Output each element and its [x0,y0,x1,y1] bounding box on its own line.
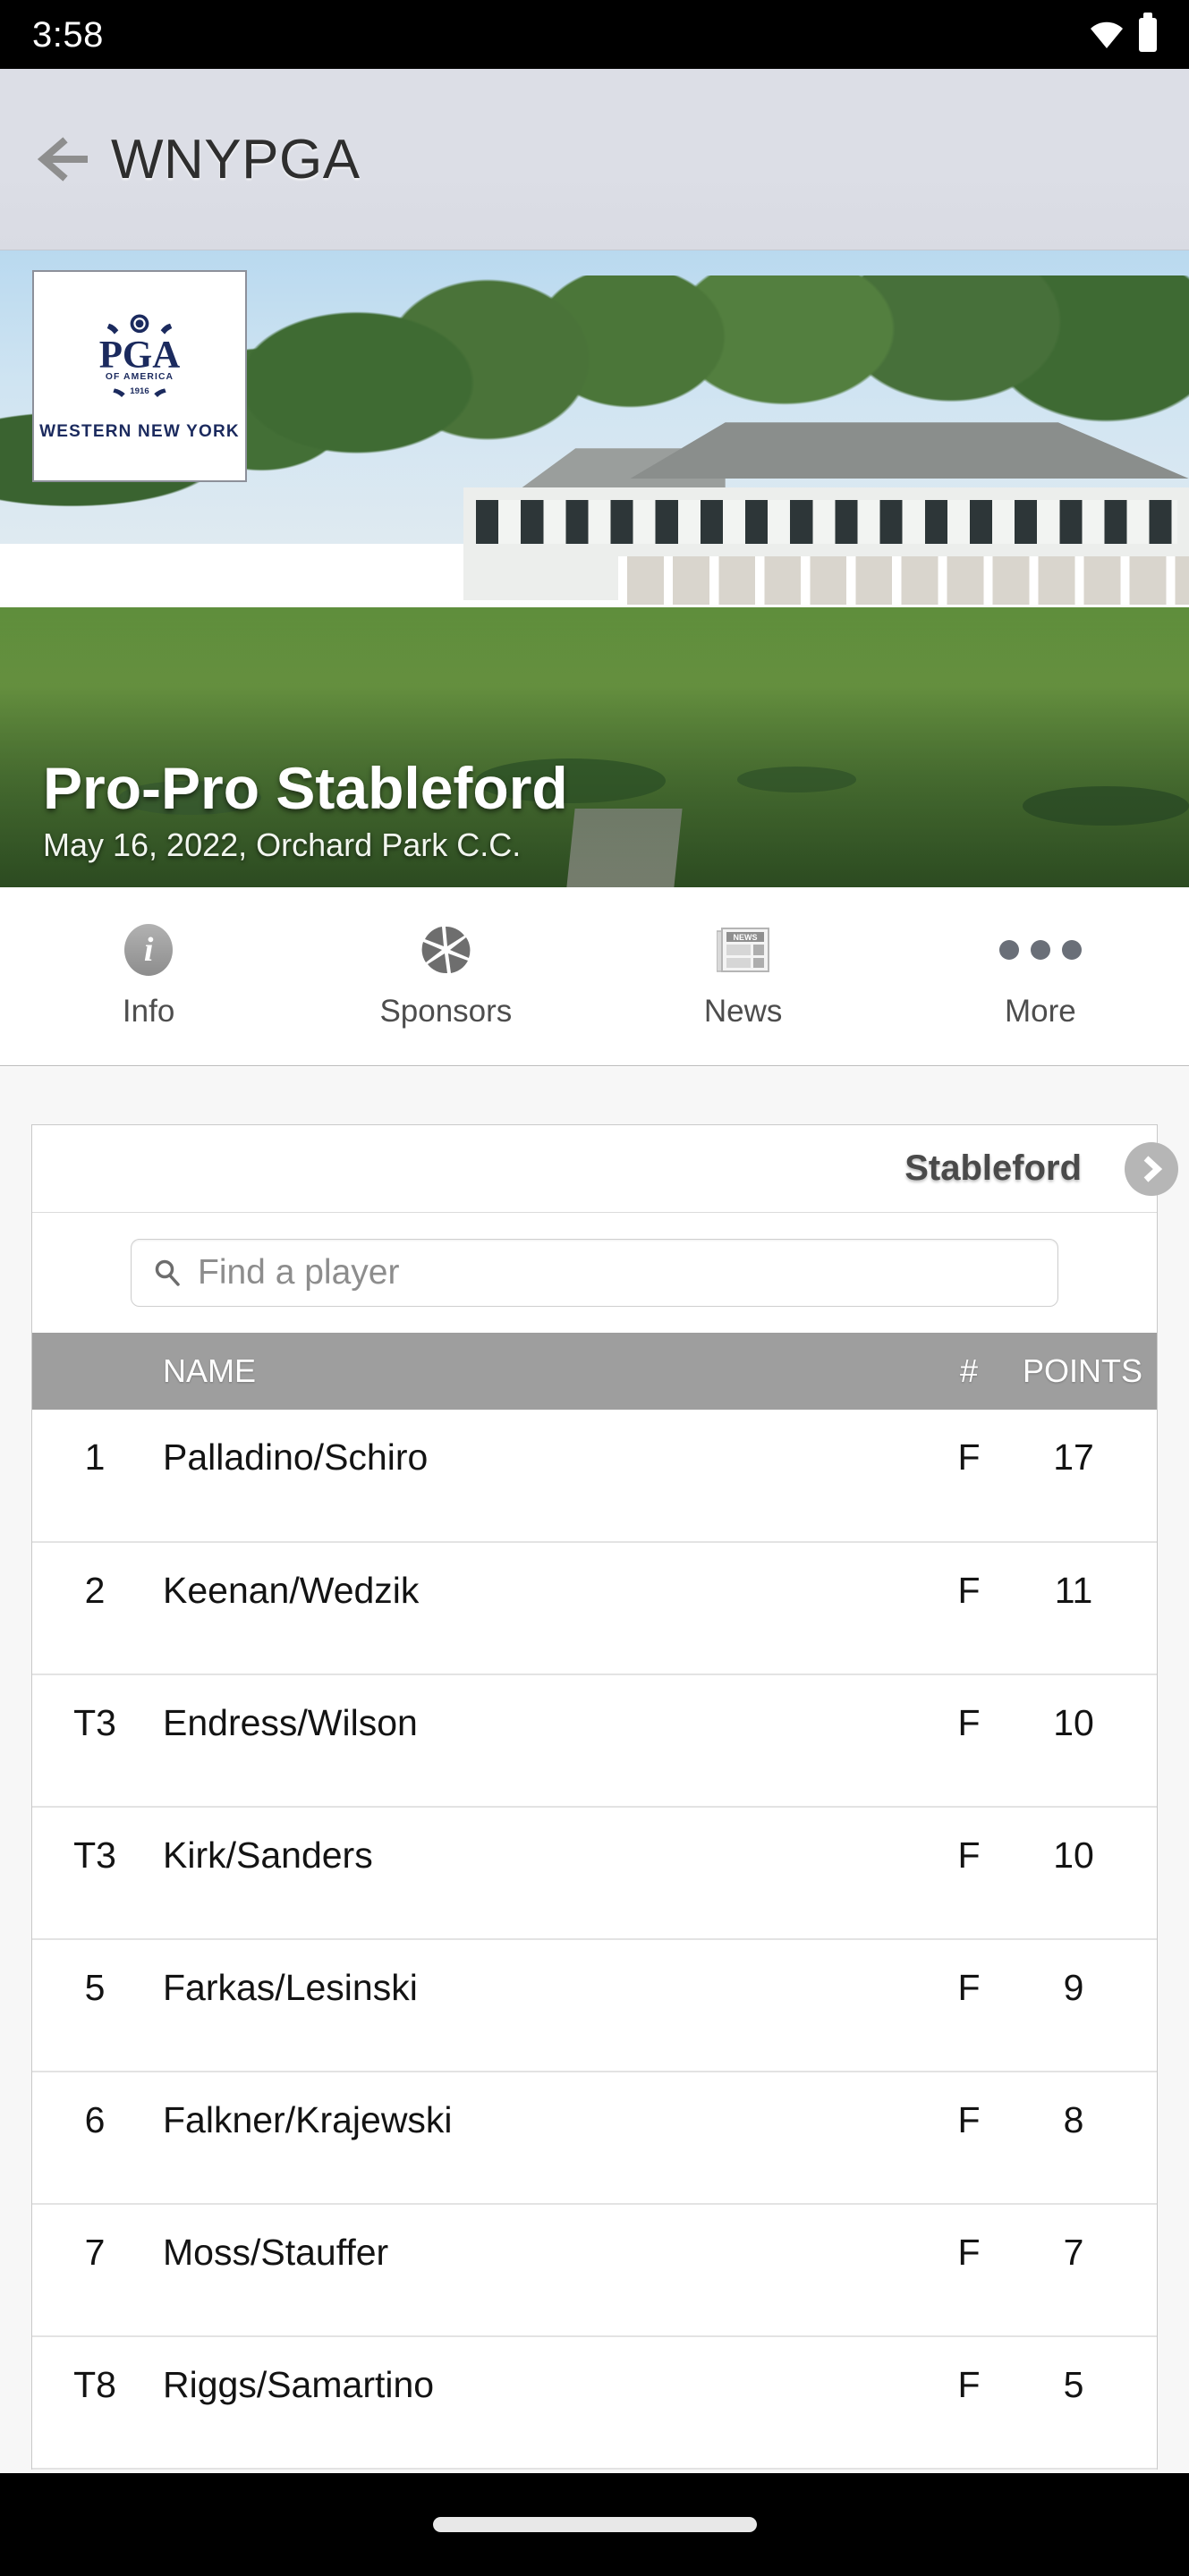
leaderboard-card: Stableford Find a player NAME # POINTS 1… [31,1124,1178,2470]
tab-sponsors[interactable]: Sponsors [297,887,594,1065]
row-player-name: Palladino/Schiro [163,1436,429,1478]
row-player-name: Farkas/Lesinski [163,1967,418,2008]
row-position: T8 [73,2364,116,2405]
status-bar: 3:58 [0,0,1189,69]
row-thru: F [957,2364,981,2405]
table-row[interactable]: T3 Kirk/Sanders F 10 [32,1807,1157,1939]
section-tab-bar: i Info Sponsors NEWS News More [0,887,1189,1066]
app-bar: WNYPGA [0,69,1189,250]
wifi-icon [1091,21,1123,48]
leaderboard-table: NAME # POINTS 1 Palladino/Schiro F 17 2 Keena… [32,1333,1157,2470]
row-thru: F [957,1967,981,2008]
row-player-name: Endress/Wilson [163,1702,418,1743]
table-row[interactable]: 6 Falkner/Krajewski F 8 [32,2072,1157,2204]
row-points: 11 [1054,1570,1093,1611]
info-circle-icon: i [124,923,174,976]
search-icon [155,1259,180,1286]
pga-logo-icon: PGA OF AMERICA 1916 [99,314,181,397]
table-row[interactable]: 2 Keenan/Wedzik F 11 [32,1542,1157,1674]
hero-text: Pro-Pro Stableford May 16, 2022, Orchard… [43,754,568,864]
table-row[interactable]: T3 Endress/Wilson F 10 [32,1674,1157,1807]
row-thru: F [957,1570,981,1611]
row-position: 5 [84,1967,106,2008]
search-placeholder: Find a player [198,1253,400,1292]
tab-news-label: News [703,993,783,1029]
row-position: 6 [84,2099,106,2140]
row-player-name: Keenan/Wedzik [163,1570,420,1611]
battery-icon [1139,12,1157,52]
tab-more[interactable]: More [892,887,1189,1065]
row-thru: F [957,1702,981,1743]
event-subtitle: May 16, 2022, Orchard Park C.C. [43,826,522,863]
back-arrow-icon[interactable] [32,128,95,191]
newspaper-icon: NEWS [716,927,769,972]
column-header-position[interactable] [32,1333,157,1410]
row-position: 7 [84,2232,106,2273]
row-position: T3 [73,1835,116,1876]
status-icons [1091,12,1157,52]
leaderboard-header: Stableford [32,1125,1178,1213]
logo-section-label: WESTERN NEW YORK [39,422,240,441]
row-points: 10 [1053,1835,1094,1876]
row-position: 1 [84,1436,106,1478]
leaderboard-table-body: 1 Palladino/Schiro F 17 2 Keenan/Wedzik F 11 T3 E… [32,1410,1157,2469]
svg-text:PGA: PGA [99,335,181,377]
tab-info[interactable]: i Info [0,887,297,1065]
tab-info-label: Info [122,993,175,1029]
column-header-points[interactable]: POINTS [1023,1333,1157,1410]
row-player-name: Riggs/Samartino [163,2364,435,2405]
leaderboard-title: Stableford [904,1148,1082,1188]
column-header-name[interactable]: NAME [157,1333,915,1410]
table-row[interactable]: 7 Moss/Stauffer F 7 [32,2204,1157,2336]
row-position: T3 [73,1702,116,1743]
system-nav-bar [0,2473,1189,2576]
row-points: 5 [1063,2364,1084,2405]
tab-news[interactable]: NEWS News [595,887,892,1065]
home-indicator[interactable] [432,2517,757,2532]
column-header-thru[interactable]: # [915,1333,1023,1410]
row-points: 17 [1053,1436,1094,1478]
row-points: 9 [1063,1967,1084,2008]
table-row[interactable]: 1 Palladino/Schiro F 17 [32,1410,1157,1542]
page-title: WNYPGA [111,128,361,191]
row-position: 2 [84,1570,106,1611]
content-area: Stableford Find a player NAME # POINTS 1… [0,1067,1189,2473]
event-hero: PGA OF AMERICA 1916 WESTERN NEW YORK Pro… [0,250,1189,887]
svg-text:NEWS: NEWS [733,933,757,942]
row-points: 8 [1063,2099,1084,2140]
table-row[interactable]: T8 Riggs/Samartino F 5 [32,2336,1157,2469]
organization-logo-card: PGA OF AMERICA 1916 WESTERN NEW YORK [32,270,247,482]
status-clock: 3:58 [32,14,104,55]
chevron-right-icon[interactable] [1125,1141,1178,1196]
camera-aperture-icon [421,926,471,973]
tab-more-label: More [1005,993,1076,1029]
leaderboard-table-head: NAME # POINTS [32,1333,1157,1410]
row-thru: F [957,2232,981,2273]
row-player-name: Moss/Stauffer [163,2232,389,2273]
event-title: Pro-Pro Stableford [43,754,568,821]
row-thru: F [957,1835,981,1876]
search-input[interactable]: Find a player [131,1239,1058,1307]
table-header-row: NAME # POINTS [32,1333,1157,1410]
search-area: Find a player [32,1213,1157,1333]
svg-text:OF AMERICA: OF AMERICA [106,372,174,382]
row-points: 10 [1053,1702,1094,1743]
row-thru: F [957,1436,981,1478]
row-player-name: Kirk/Sanders [163,1835,373,1876]
tab-sponsors-label: Sponsors [379,993,513,1029]
table-row[interactable]: 5 Farkas/Lesinski F 9 [32,1939,1157,2072]
row-points: 7 [1063,2232,1084,2273]
row-thru: F [957,2099,981,2140]
ellipsis-icon [998,939,1082,960]
row-player-name: Falkner/Krajewski [163,2099,453,2140]
phone-screen: 3:58 WNYPGA PGA OF AMERICA 1916 WESTERN … [0,0,1189,2576]
svg-text:1916: 1916 [130,386,149,396]
